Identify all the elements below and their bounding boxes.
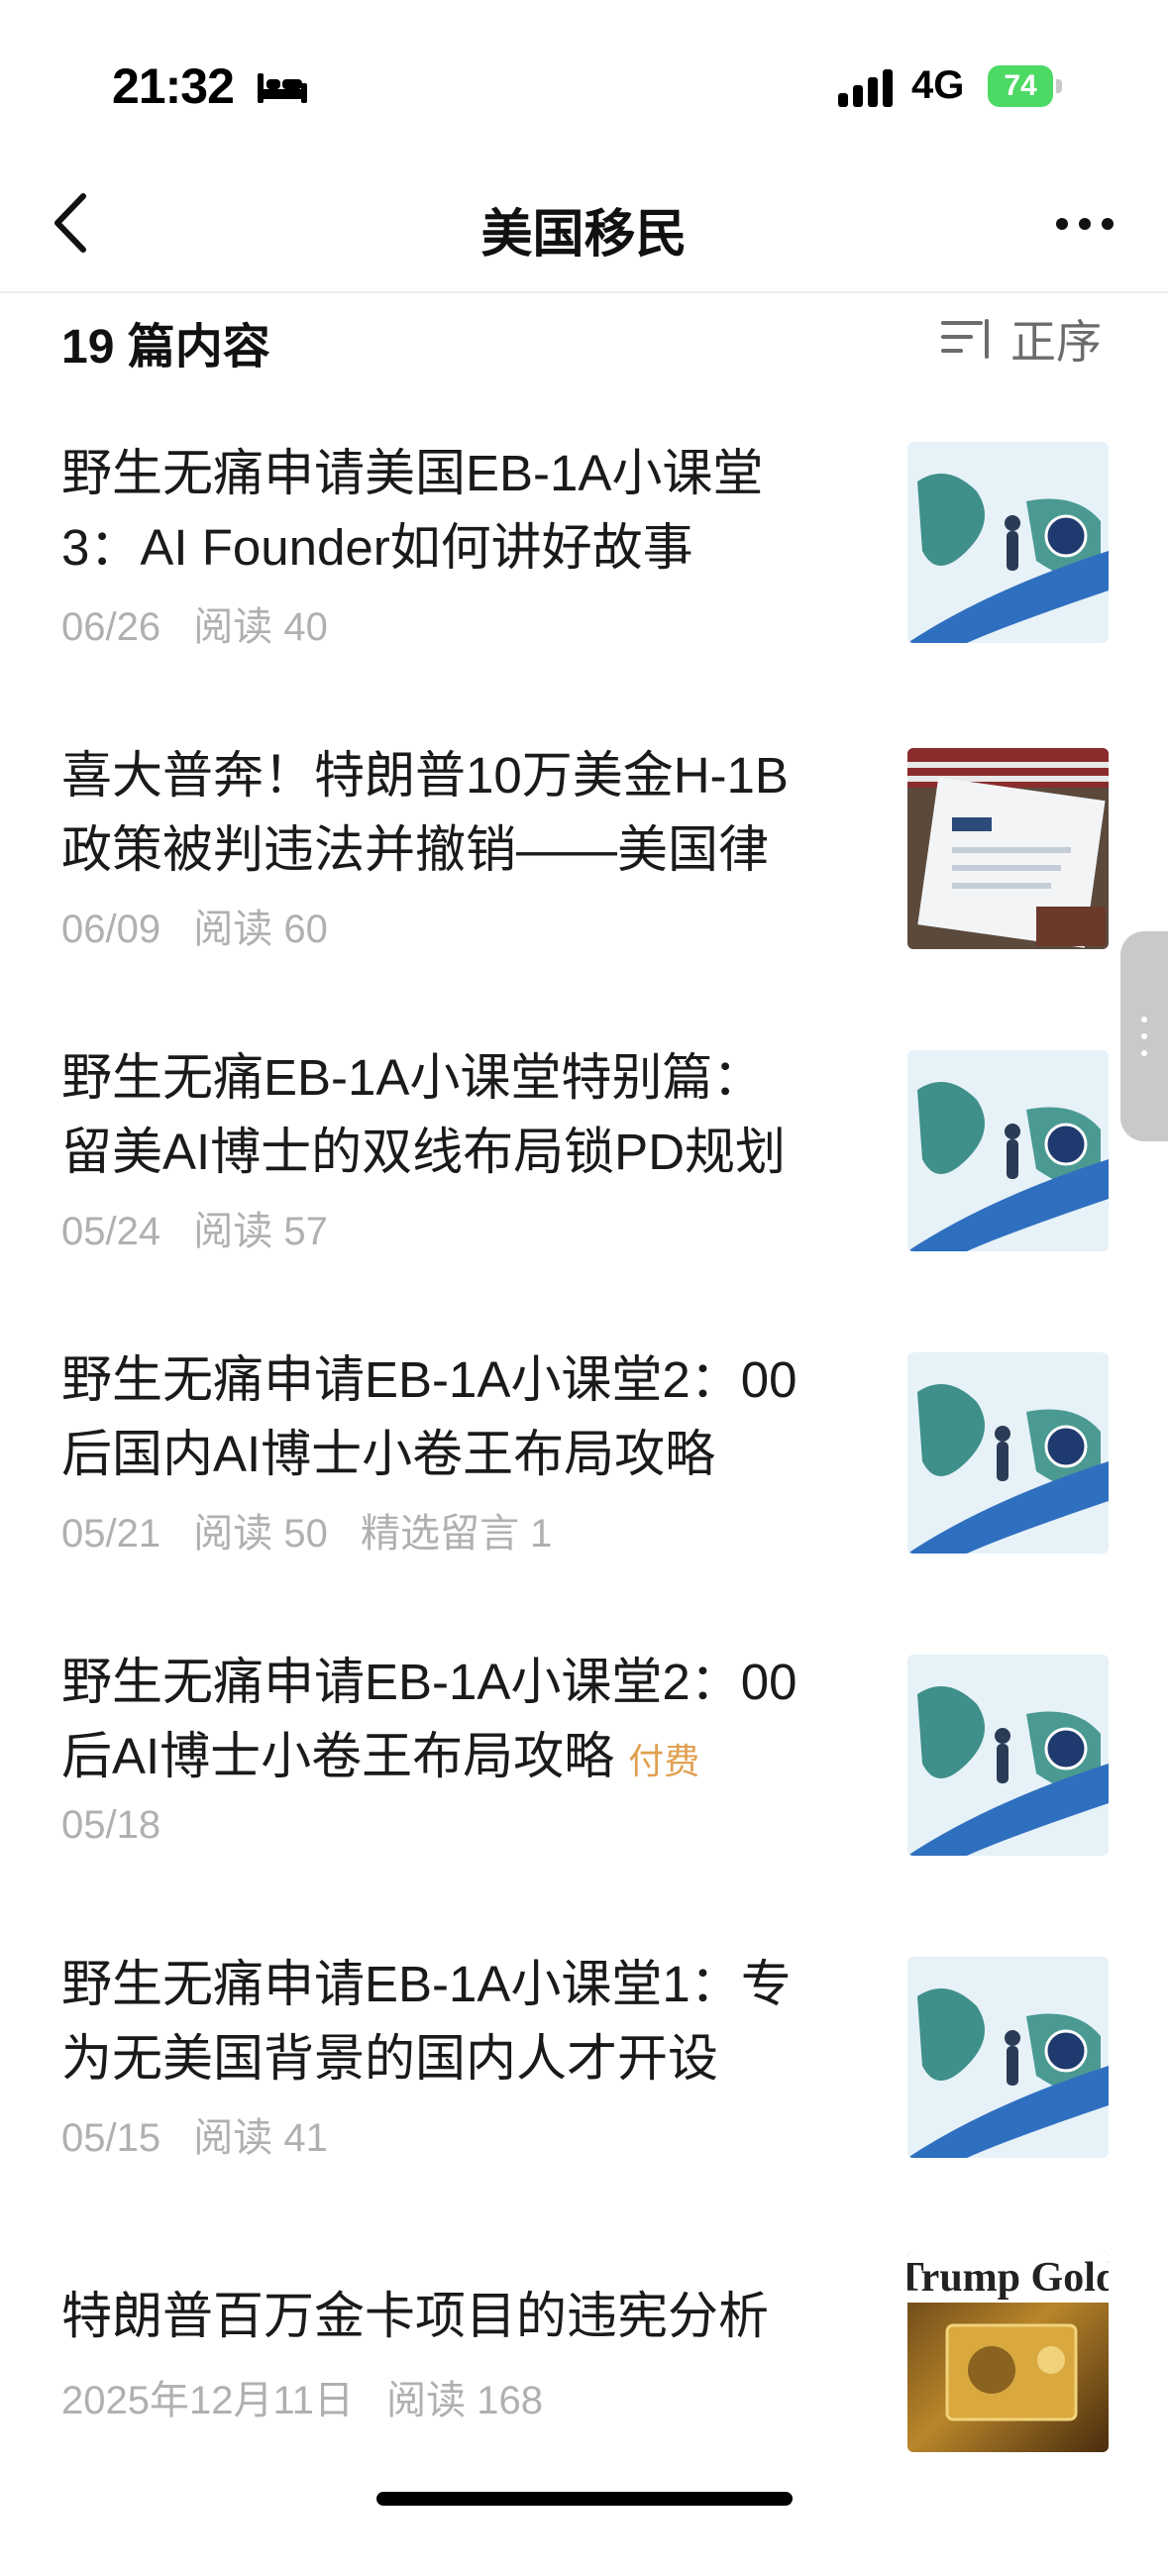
- article-date: 05/15: [61, 2116, 161, 2160]
- read-count: 阅读 50: [193, 1512, 328, 1556]
- read-count: 阅读 168: [386, 2379, 543, 2422]
- battery-icon: 74: [988, 65, 1067, 107]
- home-indicator[interactable]: [376, 2492, 793, 2506]
- sort-order-button[interactable]: 正序: [941, 309, 1102, 369]
- selected-comments: 精选留言 1: [360, 1512, 553, 1556]
- article-item[interactable]: 喜大普奔！特朗普10万美金H-1B 政策被判违法并撤销——美国律 06/09 阅…: [0, 738, 1168, 1035]
- article-title: 特朗普百万金卡项目的违宪分析: [61, 2288, 770, 2344]
- article-title: 野生无痛申请EB-1A小课堂1：专 为无美国背景的国内人才开设: [61, 1956, 792, 2087]
- article-thumbnail-map: [907, 1050, 1109, 1251]
- read-count: 阅读 60: [193, 908, 328, 951]
- article-title: 野生无痛申请EB-1A小课堂2：00 后AI博士小卷王布局攻略 付费: [61, 1654, 797, 1784]
- sort-icon: [941, 319, 989, 359]
- article-item[interactable]: 野生无痛EB-1A小课堂特别篇： 留美AI博士的双线布局锁PD规划 05/24 …: [0, 1040, 1168, 1338]
- sort-label: 正序: [1010, 316, 1102, 368]
- article-meta: 2025年12月11日 阅读 168: [61, 2368, 565, 2425]
- article-meta: 06/26 阅读 40: [61, 594, 350, 652]
- article-count: 19 篇内容: [61, 321, 270, 374]
- paid-badge: 付费: [628, 1741, 700, 1781]
- status-bar: 21:32 4G 74: [0, 0, 1168, 159]
- read-count: 阅读 57: [193, 1210, 328, 1253]
- article-date: 05/18: [61, 1803, 161, 1847]
- floating-side-handle[interactable]: [1120, 931, 1168, 1141]
- read-count: 阅读 41: [193, 2116, 328, 2160]
- article-title: 野生无痛申请EB-1A小课堂2：00 后国内AI博士小卷王布局攻略: [61, 1351, 797, 1482]
- article-item[interactable]: 野生无痛申请EB-1A小课堂2：00 后国内AI博士小卷王布局攻略 05/21 …: [0, 1342, 1168, 1640]
- article-date: 05/24: [61, 1210, 161, 1253]
- thumbnail-caption: Trump Gold: [907, 2255, 1109, 2301]
- article-thumbnail-map: [907, 1957, 1109, 2158]
- article-thumbnail-h1b-form: [907, 748, 1109, 949]
- article-meta: 05/24 阅读 57: [61, 1199, 350, 1256]
- article-item[interactable]: 特朗普百万金卡项目的违宪分析 2025年12月11日 阅读 168 Trump …: [0, 2251, 1168, 2576]
- article-date: 2025年12月11日: [61, 2379, 354, 2422]
- article-thumbnail-gold-card: Trump Gold: [907, 2251, 1109, 2452]
- article-meta: 05/21 阅读 50 精选留言 1: [61, 1501, 574, 1558]
- article-meta: 05/18: [61, 1803, 182, 1848]
- read-count: 阅读 40: [193, 605, 328, 649]
- battery-level: 74: [1004, 69, 1037, 102]
- page-title: 美国移民: [480, 206, 688, 264]
- article-meta: 05/15 阅读 41: [61, 2105, 350, 2163]
- article-thumbnail-map: [907, 1352, 1109, 1554]
- article-item[interactable]: 野生无痛申请美国EB-1A小课堂 3：AI Founder如何讲好故事 06/2…: [0, 436, 1168, 733]
- article-item[interactable]: 野生无痛申请EB-1A小课堂1：专 为无美国背景的国内人才开设 05/15 阅读…: [0, 1947, 1168, 2244]
- article-title: 喜大普奔！特朗普10万美金H-1B 政策被判违法并撤销——美国律: [61, 747, 789, 878]
- article-thumbnail-map: [907, 442, 1109, 643]
- article-item[interactable]: 野生无痛申请EB-1A小课堂2：00 后AI博士小卷王布局攻略 付费 05/18: [0, 1645, 1168, 1942]
- status-time: 21:32: [112, 58, 235, 114]
- nav-bar: 美国移民: [0, 159, 1168, 293]
- article-thumbnail-map: [907, 1655, 1109, 1856]
- network-type: 4G: [911, 63, 965, 107]
- article-meta: 06/09 阅读 60: [61, 897, 350, 954]
- sleep-focus-icon: [258, 73, 307, 103]
- cellular-signal-icon: [838, 69, 893, 107]
- article-title: 野生无痛EB-1A小课堂特别篇： 留美AI博士的双线布局锁PD规划: [61, 1049, 787, 1180]
- article-title: 野生无痛申请美国EB-1A小课堂 3：AI Founder如何讲好故事: [61, 445, 764, 576]
- article-date: 06/26: [61, 605, 161, 649]
- more-options-button[interactable]: [1050, 192, 1119, 252]
- article-date: 06/09: [61, 908, 161, 951]
- article-date: 05/21: [61, 1512, 161, 1556]
- list-header: 19 篇内容 正序: [0, 293, 1168, 382]
